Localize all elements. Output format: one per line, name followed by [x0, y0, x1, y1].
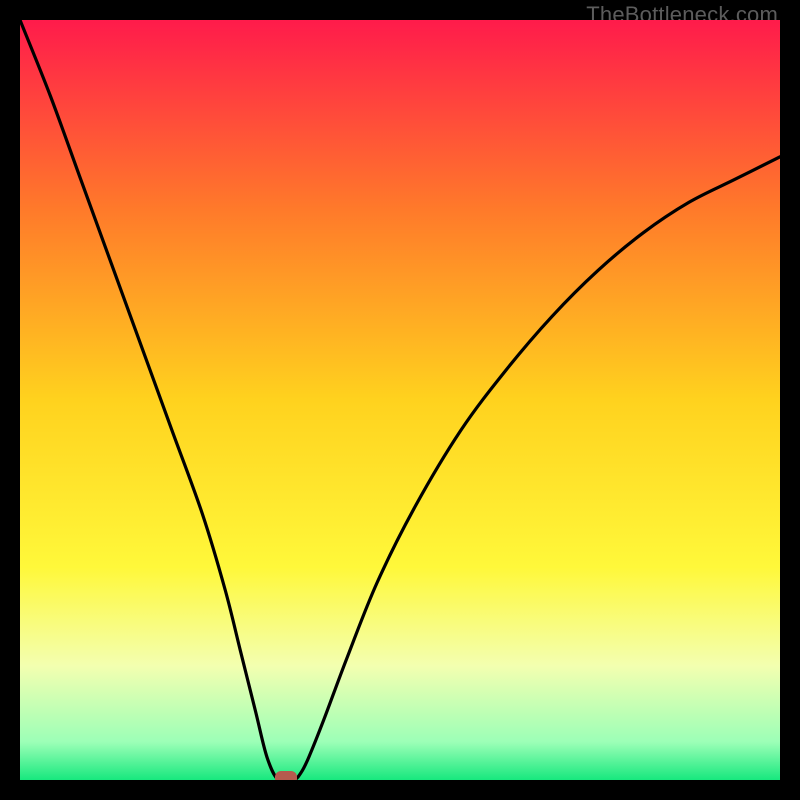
bottleneck-chart	[20, 20, 780, 780]
chart-frame	[20, 20, 780, 780]
minimum-marker	[275, 771, 297, 780]
chart-background	[20, 20, 780, 780]
